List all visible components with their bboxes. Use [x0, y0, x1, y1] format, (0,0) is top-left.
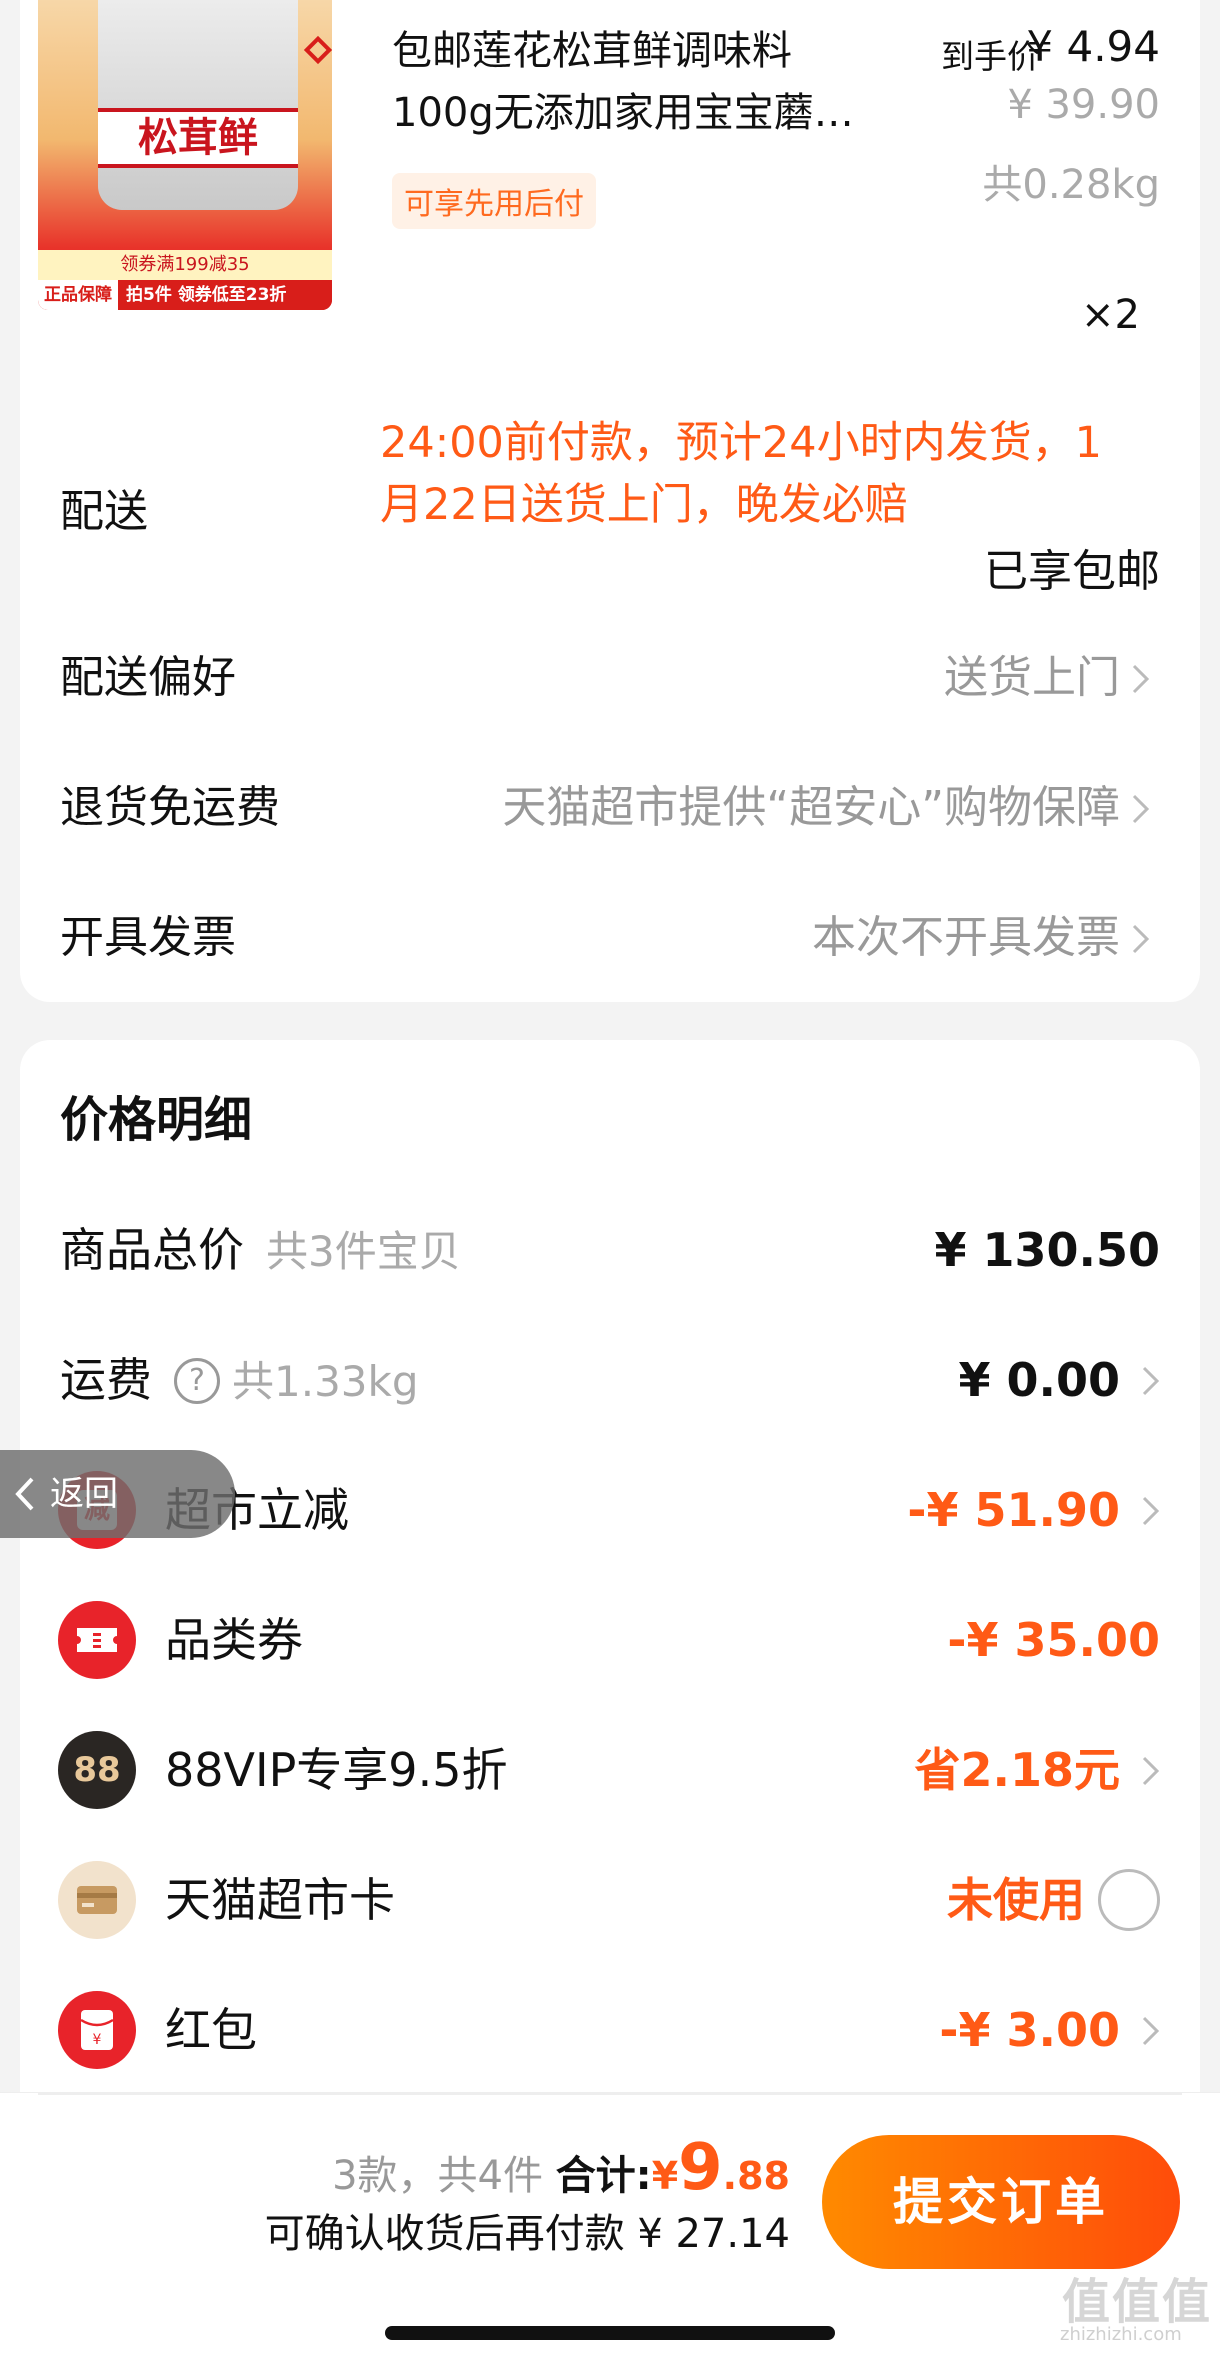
subtotal-count: 共3件宝贝: [266, 1227, 461, 1276]
product-weight: 共0.28kg: [982, 162, 1160, 208]
market-discount-value[interactable]: -¥ 51.90: [907, 1480, 1120, 1540]
home-indicator[interactable]: [385, 2326, 835, 2340]
product-image[interactable]: 松茸鲜 领券满199减35 正品保障 拍5件 领券低至23折: [38, 0, 332, 310]
chevron-left-icon: [15, 1477, 34, 1511]
red-packet-label: 红包: [165, 2003, 257, 2057]
total-currency: ¥: [651, 2154, 679, 2198]
authentic-badge: 正品保障: [38, 280, 118, 310]
chinese-knot-icon: [303, 35, 332, 65]
invoice-row[interactable]: 开具发票 本次不开具发票: [60, 908, 1160, 968]
chevron-right-icon: [1130, 648, 1160, 708]
row-label: 退货免运费: [60, 782, 280, 833]
pay-later-tag: 可享先用后付: [392, 173, 596, 229]
final-price-label: 到手价: [941, 37, 1040, 76]
original-price: ¥ 39.90: [1007, 82, 1160, 128]
88vip-icon-glyph: 88: [73, 1750, 121, 1790]
shipping-weight: 共1.33kg: [232, 1357, 419, 1406]
image-strip-text: 拍5件 领券低至23折: [126, 285, 287, 305]
back-button-label: 返回: [50, 1474, 118, 1514]
chevron-right-icon: [1130, 908, 1160, 968]
category-coupon-value[interactable]: -¥ 35.00: [947, 1610, 1160, 1670]
chevron-right-icon: [1140, 1480, 1170, 1540]
subtotal-label: 商品总价 共3件宝贝: [60, 1220, 461, 1282]
total-decimal: .88: [722, 2154, 790, 2198]
shipping-value[interactable]: ¥ 0.00: [958, 1350, 1120, 1410]
product-quantity: ×2: [1081, 292, 1140, 338]
row-label: 配送偏好: [60, 652, 236, 703]
chevron-right-icon: [1130, 778, 1160, 838]
total-integer: 9: [678, 2131, 723, 2205]
row-label: 开具发票: [60, 912, 236, 963]
row-value: 天猫超市提供“超安心”购物保障: [502, 782, 1120, 833]
subtotal-value: ¥ 130.50: [934, 1223, 1160, 1277]
vip-discount-label: 88VIP专享9.5折: [165, 1743, 508, 1797]
divider: [38, 2093, 1182, 2095]
shipping-label-text: 运费: [60, 1353, 152, 1407]
pay-later-text: 可确认收货后再付款 ¥ 27.14: [264, 2211, 790, 2257]
row-value: 本次不开具发票: [812, 912, 1120, 963]
chevron-right-icon: [1140, 1740, 1170, 1800]
card-icon: [58, 1861, 136, 1939]
market-card-label: 天猫超市卡: [165, 1873, 395, 1927]
delivery-label: 配送: [60, 486, 148, 537]
red-packet-value[interactable]: -¥ 3.00: [939, 2000, 1120, 2060]
total-label: 合计:: [555, 2153, 652, 2199]
return-shipping-row[interactable]: 退货免运费 天猫超市提供“超安心”购物保障: [60, 778, 1160, 838]
jar-label: 松茸鲜: [98, 108, 298, 168]
free-shipping-text: 已享包邮: [984, 546, 1160, 597]
price-detail-title: 价格明细: [60, 1092, 253, 1148]
checkout-bar: 3款，共4件 合计:¥9.88 可确认收货后再付款 ¥ 27.14 提交订单: [0, 2092, 1220, 2354]
item-counts: 3款，共4件: [332, 2153, 543, 2199]
delivery-preference-row[interactable]: 配送偏好 送货上门: [60, 648, 1160, 708]
chevron-right-icon: [1140, 2000, 1170, 2060]
jar-shape: [98, 0, 298, 210]
row-value: 送货上门: [944, 652, 1120, 703]
svg-text:¥: ¥: [93, 2032, 102, 2048]
ticket-icon: [58, 1601, 136, 1679]
back-button[interactable]: 返回: [0, 1450, 235, 1538]
market-card-status: 未使用: [947, 1873, 1085, 1927]
product-title-line1: 包邮莲花松茸鲜调味料: [392, 28, 792, 74]
vip-discount-value[interactable]: 省2.18元: [915, 1740, 1121, 1800]
product-title-line2: 100g无添加家用宝宝蘑…: [392, 90, 854, 136]
watermark-logo: 值值值: [1062, 2274, 1213, 2330]
image-strip: 正品保障 拍5件 领券低至23折: [38, 280, 332, 310]
image-coupon-banner: 领券满199减35: [38, 250, 332, 280]
88vip-icon: 88: [58, 1731, 136, 1809]
red-envelope-icon: ¥: [58, 1991, 136, 2069]
submit-order-button[interactable]: 提交订单: [822, 2135, 1180, 2269]
shipping-label: 运费? 共1.33kg: [60, 1350, 419, 1412]
final-price: ¥ 4.94: [1026, 22, 1160, 71]
order-total-line: 3款，共4件 合计:¥9.88: [332, 2131, 790, 2205]
delivery-note: 24:00前付款，预计24小时内发货，1月22日送货上门，晚发必赔: [380, 418, 1102, 530]
market-card-radio[interactable]: [1098, 1869, 1160, 1931]
subtotal-label-text: 商品总价: [60, 1223, 244, 1277]
help-icon[interactable]: ?: [174, 1357, 220, 1404]
category-coupon-label: 品类券: [165, 1613, 303, 1667]
watermark-url: zhizhizhi.com: [1060, 2324, 1182, 2345]
product-title[interactable]: 包邮莲花松茸鲜调味料 100g无添加家用宝宝蘑…: [392, 20, 922, 144]
chevron-right-icon: [1140, 1350, 1170, 1410]
